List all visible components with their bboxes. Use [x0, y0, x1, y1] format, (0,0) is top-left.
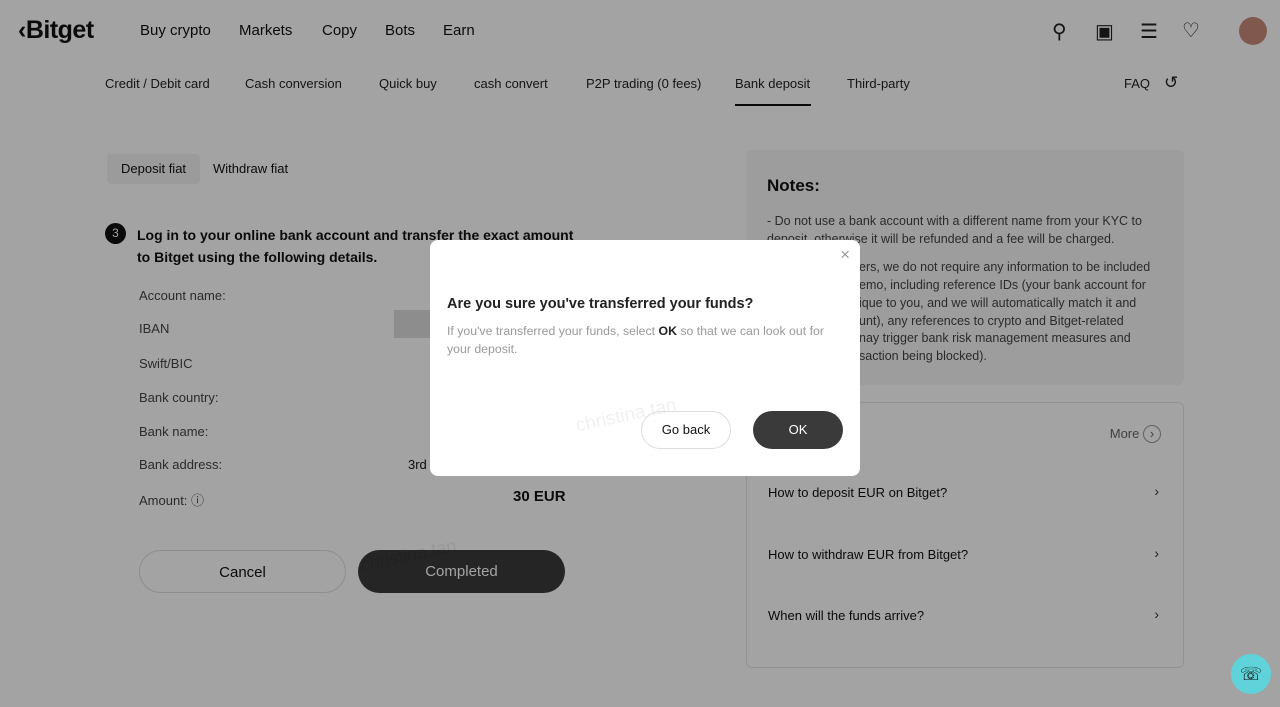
dialog-body: If you've transferred your funds, select…	[447, 324, 824, 356]
confirm-transfer-dialog: × Are you sure you've transferred your f…	[430, 240, 860, 476]
close-icon[interactable]: ×	[840, 245, 850, 265]
dialog-title: Are you sure you've transferred your fun…	[447, 296, 754, 312]
support-chat-icon[interactable]: ☏	[1231, 654, 1271, 694]
ok-button[interactable]: OK	[753, 411, 843, 449]
go-back-button[interactable]: Go back	[641, 411, 731, 449]
